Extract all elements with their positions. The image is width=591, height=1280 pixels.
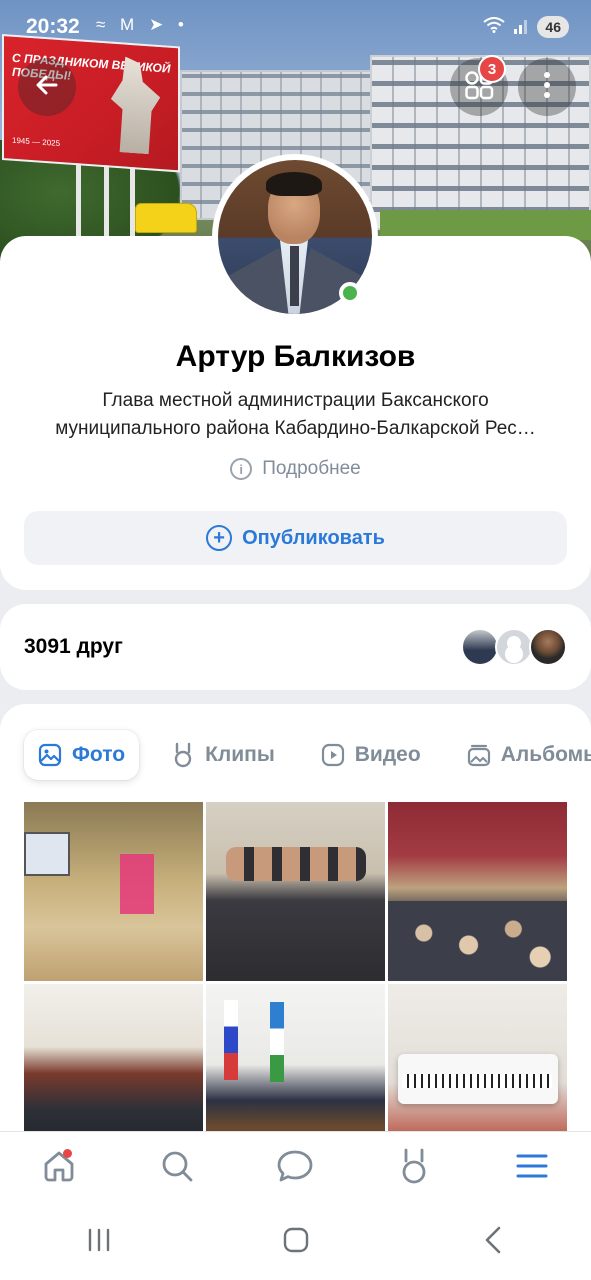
photo-grid [24, 802, 567, 1163]
tab-albums[interactable]: Альбомы [453, 730, 591, 780]
tab-clips[interactable]: Клипы [157, 730, 289, 780]
status-time: 20:32 [26, 15, 80, 38]
status-bar: 20:32 ≈ M ➤ • 46 [0, 0, 591, 56]
photo-thumbnail[interactable] [24, 802, 203, 981]
clips-icon [171, 742, 195, 768]
profile-status[interactable]: Глава местной администрации Баксанского … [20, 387, 571, 443]
home-square-icon [283, 1227, 309, 1258]
media-tabs: Фото Клипы Видео Альбомы [24, 730, 591, 780]
billboard-post [76, 160, 81, 240]
signal-icon [513, 18, 529, 37]
friend-avatar [529, 628, 567, 666]
profile-status-line-2: муниципального района Кабардино-Балкарск… [55, 418, 536, 439]
details-link[interactable]: i Подробнее [0, 458, 591, 480]
avatar-hair [266, 172, 322, 196]
friends-count: 3091 друг [24, 635, 123, 658]
profile-screen: С праздником Великой Победы! 1945 — 2025… [0, 0, 591, 1280]
image-icon [38, 743, 62, 767]
recent-apps-icon [86, 1228, 112, 1257]
recent-apps-button[interactable] [69, 1218, 129, 1268]
publish-label: Опубликовать [242, 526, 385, 549]
albums-icon [467, 743, 491, 767]
nav-messages[interactable] [265, 1139, 325, 1199]
nav-search[interactable] [147, 1139, 207, 1199]
status-notification-icons: ≈ M ➤ • [96, 15, 189, 34]
notification-badge: 3 [478, 55, 506, 83]
avatar-tie [290, 246, 299, 306]
online-status-indicator [339, 282, 361, 304]
tab-albums-label: Альбомы [500, 743, 591, 766]
friends-card[interactable]: 3091 друг [0, 604, 591, 690]
info-icon: i [230, 458, 253, 480]
friend-avatars [461, 628, 567, 666]
photo-thumbnail[interactable] [206, 802, 385, 981]
publish-button[interactable]: + Опубликовать [24, 511, 567, 565]
more-options-button[interactable] [518, 58, 576, 116]
chevron-left-icon [484, 1226, 502, 1259]
back-button[interactable] [18, 58, 76, 116]
clips-icon [398, 1147, 430, 1190]
billboard-post [104, 160, 109, 240]
video-icon [321, 743, 345, 767]
tab-photos[interactable]: Фото [24, 730, 140, 780]
home-notification-dot [63, 1148, 73, 1158]
billboard-years: 1945 — 2025 [12, 135, 61, 149]
battery-indicator: 46 [537, 16, 569, 38]
details-label: Подробнее [262, 458, 361, 479]
menu-icon [515, 1152, 549, 1185]
friend-avatar [461, 628, 499, 666]
chat-icon [276, 1148, 314, 1189]
profile-name: Артур Балкизов [175, 340, 416, 373]
wifi-icon [483, 16, 506, 38]
tab-photos-label: Фото [72, 743, 126, 766]
person-icon [507, 636, 521, 650]
search-icon [159, 1148, 195, 1189]
tab-video[interactable]: Видео [307, 730, 435, 780]
plus-circle-icon: + [206, 525, 233, 551]
tab-video-label: Видео [354, 743, 421, 766]
bottom-navigation [0, 1131, 591, 1205]
photo-thumbnail[interactable] [388, 802, 567, 981]
status-right-group: 46 [483, 16, 569, 38]
home-system-button[interactable] [266, 1218, 326, 1268]
friend-avatar-placeholder [495, 628, 533, 666]
back-system-button[interactable] [463, 1218, 523, 1268]
more-vertical-icon [543, 71, 551, 104]
system-navigation-bar [0, 1205, 591, 1280]
nav-menu[interactable] [502, 1139, 562, 1199]
nav-clips[interactable] [384, 1139, 444, 1199]
profile-status-line-1: Глава местной администрации Баксанского [102, 390, 489, 411]
arrow-left-icon [34, 72, 60, 103]
cover-ambulance [135, 203, 197, 233]
nav-home[interactable] [29, 1139, 89, 1199]
tab-clips-label: Клипы [205, 743, 275, 766]
